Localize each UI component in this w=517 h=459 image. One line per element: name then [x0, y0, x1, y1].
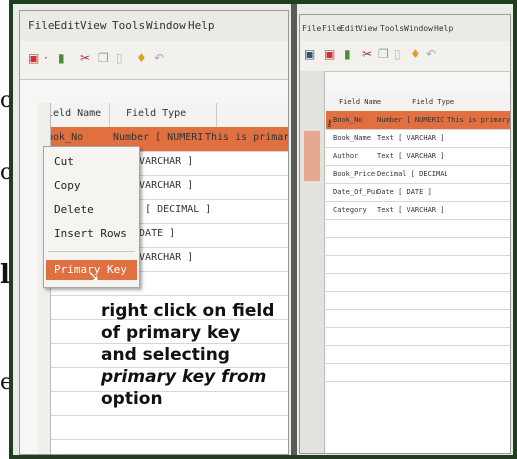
grid-header: Field Name Field Type [38, 103, 288, 128]
field-type-cell[interactable]: Text [ VARCHAR ] [374, 201, 447, 219]
dropdown-icon[interactable]: · [44, 51, 48, 65]
left-menubar: File Edit View Tools Window Help [20, 11, 288, 41]
screenshot-divider [291, 4, 297, 455]
mouse-pointer-icon: ➘ [88, 269, 100, 285]
field-name-cell[interactable]: Category [330, 201, 377, 219]
table-row[interactable] [326, 219, 510, 238]
new-doc-icon[interactable]: ▣ [304, 47, 315, 61]
table-row[interactable]: Category Text [ VARCHAR ] [326, 201, 510, 220]
header-field-name: Field Name [339, 98, 382, 106]
context-delete[interactable]: Delete [54, 203, 94, 216]
table-row[interactable]: Date_Of_Pur Date [ DATE ] [326, 183, 510, 202]
screenshot-frame: File Edit View Tools Window Help ▣ · ▮ ✂… [9, 0, 517, 459]
table-row[interactable] [326, 273, 510, 292]
field-name-cell[interactable]: Book_Name [330, 129, 377, 147]
right-menubar: File File Edit View Tools Window Help [300, 15, 510, 41]
table-row[interactable] [38, 415, 288, 440]
header-field-type: Field Type [412, 98, 455, 106]
field-name-cell[interactable]: Book_Price [330, 165, 377, 183]
cut-icon[interactable]: ✂ [80, 51, 90, 65]
new-doc-icon[interactable]: ▣ [28, 51, 39, 65]
table-row[interactable] [326, 327, 510, 346]
table-row[interactable]: Book_No Number [ NUMERIC ] This is prima… [326, 111, 510, 130]
context-copy[interactable]: Copy [54, 179, 81, 192]
table-row[interactable] [326, 237, 510, 256]
field-type-cell[interactable]: Decimal [ DECIMAL ] [374, 165, 447, 183]
field-name-cell[interactable]: Book_No [330, 111, 377, 129]
menu-view[interactable]: View [80, 19, 107, 32]
menu-edit[interactable]: Edit [340, 24, 359, 33]
caption-line: primary key from [101, 367, 267, 387]
save-icon[interactable]: ▮ [58, 51, 65, 65]
table-row[interactable] [326, 363, 510, 382]
left-toolbar: ▣ · ▮ ✂ ❐ ▯ ♦ ↶ [20, 41, 288, 80]
table-row[interactable] [326, 291, 510, 310]
field-type-cell[interactable]: Number [ NUMERIC ] [374, 111, 447, 129]
cut-icon[interactable]: ✂ [362, 47, 372, 61]
copy-icon[interactable]: ❐ [378, 47, 389, 61]
menu-help[interactable]: Help [434, 24, 453, 33]
context-separator [48, 251, 135, 252]
table-row[interactable]: Book_Name Text [ VARCHAR ] [326, 129, 510, 148]
field-type-cell[interactable]: Date [ DATE ] [374, 183, 447, 201]
primary-key-icon[interactable]: ♦ [410, 47, 421, 61]
menu-tools[interactable]: Tools [112, 19, 145, 32]
undo-icon[interactable]: ↶ [154, 51, 164, 65]
file-tab[interactable]: File [302, 24, 321, 33]
left-sidebar-strip [300, 71, 325, 453]
caption-line: of primary key [101, 323, 241, 343]
menu-view[interactable]: View [358, 24, 377, 33]
save-icon[interactable]: ▮ [344, 47, 351, 61]
menu-file[interactable]: File [28, 19, 55, 32]
menu-tools[interactable]: Tools [380, 24, 404, 33]
instruction-caption: right click on field of primary key and … [101, 300, 291, 410]
description-cell[interactable]: This is primary key [444, 111, 510, 129]
header-field-type: Field Type [110, 103, 217, 127]
sidebar-thumb [304, 131, 320, 181]
caption-line: and selecting [101, 345, 230, 365]
context-insert-rows[interactable]: Insert Rows [54, 227, 127, 240]
table-row[interactable]: Book_Price Decimal [ DECIMAL ] [326, 165, 510, 184]
right-table-design-window: File File Edit View Tools Window Help ▣ … [299, 14, 511, 454]
right-field-grid: Field Name Field Type Book_No Number [ N… [326, 93, 510, 453]
right-toolbar: ▣ ▣ ▮ ✂ ❐ ▯ ♦ ↶ [300, 41, 510, 72]
table-row[interactable] [326, 309, 510, 328]
field-name-cell[interactable]: Author [330, 147, 377, 165]
field-name-cell[interactable]: Date_Of_Pur [330, 183, 377, 201]
grid-header: Field Name Field Type [326, 93, 510, 112]
description-cell[interactable]: This is primary key [202, 127, 288, 151]
menu-file[interactable]: File [322, 24, 341, 33]
new-table-icon[interactable]: ▣ [324, 47, 335, 61]
table-row[interactable] [326, 345, 510, 364]
context-menu: Cut Copy Delete Insert Rows Primary Key … [43, 146, 140, 288]
caption-line: option [101, 389, 163, 409]
primary-key-icon[interactable]: ♦ [136, 51, 147, 65]
context-cut[interactable]: Cut [54, 155, 74, 168]
key-icon: ⚷ [326, 119, 333, 129]
field-type-cell[interactable]: Text [ VARCHAR ] [374, 129, 447, 147]
table-row[interactable] [326, 255, 510, 274]
field-type-cell[interactable]: Text [ VARCHAR ] [374, 147, 447, 165]
menu-window[interactable]: Window [404, 24, 433, 33]
paste-icon[interactable]: ▯ [394, 47, 401, 61]
copy-icon[interactable]: ❐ [98, 51, 109, 65]
menu-edit[interactable]: Edit [54, 19, 81, 32]
paste-icon[interactable]: ▯ [116, 51, 123, 65]
caption-line: right click on field [101, 301, 275, 321]
menu-help[interactable]: Help [188, 19, 215, 32]
undo-icon[interactable]: ↶ [426, 47, 436, 61]
table-row[interactable]: Author Text [ VARCHAR ] [326, 147, 510, 166]
menu-window[interactable]: Window [146, 19, 186, 32]
